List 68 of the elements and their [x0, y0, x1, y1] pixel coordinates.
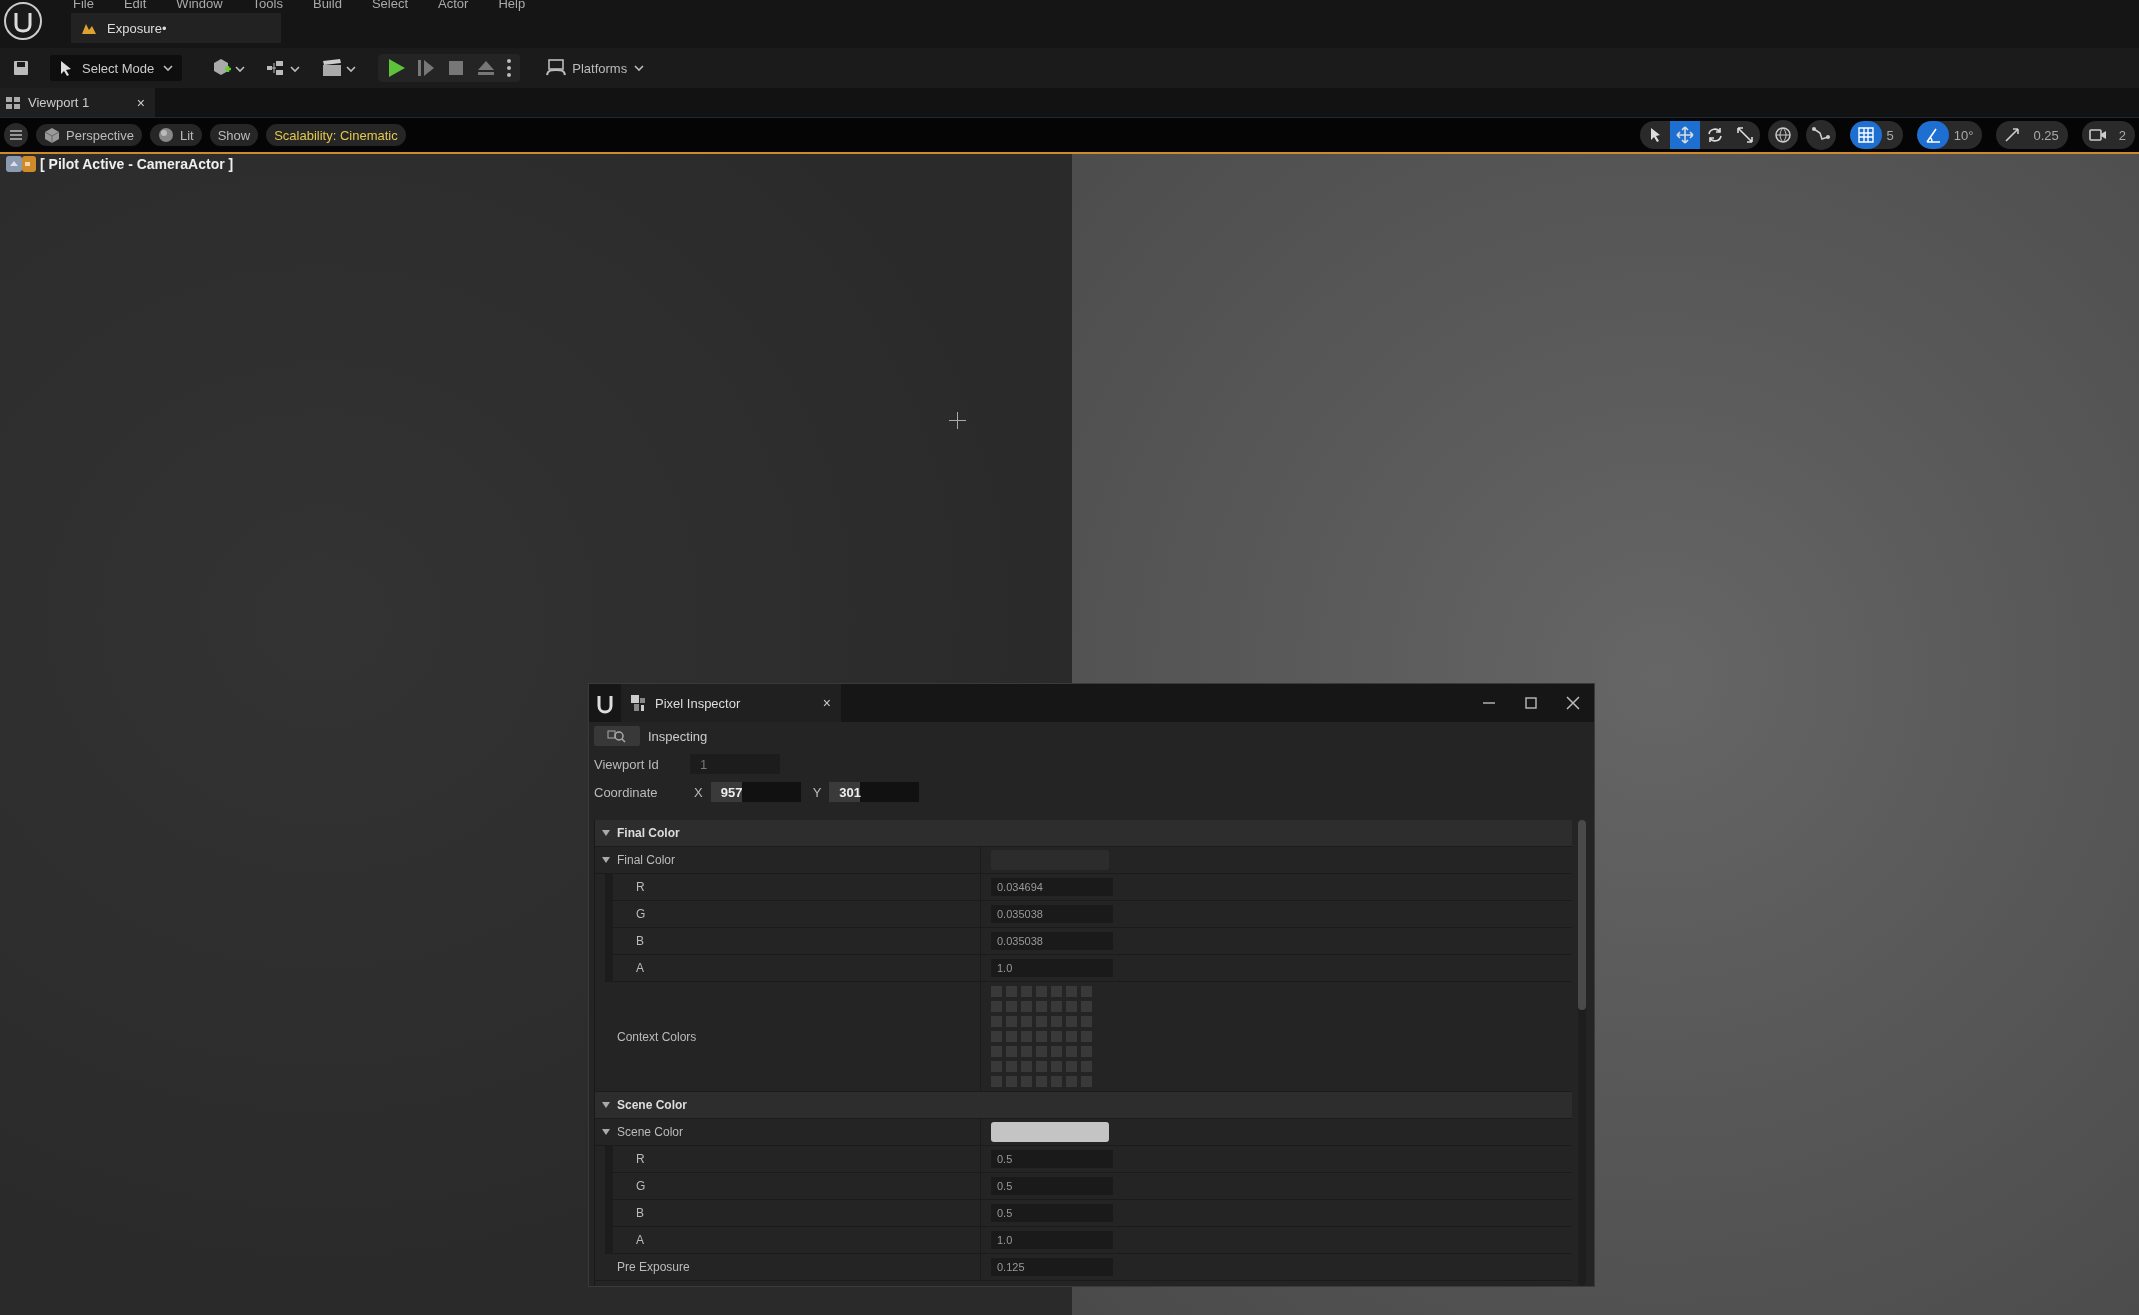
section-header[interactable]: Scene Color	[595, 1092, 1572, 1119]
scrollbar-thumb[interactable]	[1578, 820, 1586, 1010]
gamepad-icon	[546, 59, 567, 77]
axis-label: X	[693, 784, 703, 800]
collapse-arrow-icon[interactable]	[601, 1100, 611, 1110]
inspecting-label: Inspecting	[648, 728, 708, 744]
collapse-arrow-icon[interactable]	[601, 828, 611, 838]
channel-label: A	[636, 1233, 644, 1247]
channel-label: R	[636, 1152, 645, 1166]
property-label: Final Color	[617, 853, 676, 867]
value-field[interactable]: 0.5	[991, 1177, 1113, 1195]
viewport-option-button[interactable]: Perspective	[36, 124, 142, 146]
surface-snap-icon[interactable]	[1805, 120, 1836, 150]
move-arrows-icon[interactable]	[1669, 121, 1700, 149]
channel-label: G	[636, 1179, 646, 1193]
sphere-icon	[157, 127, 174, 143]
menu-icon[interactable]	[4, 123, 28, 147]
channel-label: B	[636, 934, 644, 948]
collapse-arrow-icon[interactable]	[601, 855, 611, 865]
viewport-icon	[6, 96, 20, 109]
close-button[interactable]: ×	[822, 695, 831, 711]
viewport-option-button[interactable]: Lit	[149, 124, 202, 146]
angle-icon[interactable]	[1916, 121, 1949, 149]
channel-label: A	[636, 961, 644, 975]
value-field[interactable]: 0.5	[991, 1150, 1113, 1168]
value-field[interactable]: 0.035038	[991, 905, 1113, 923]
document-tab[interactable]: Exposure•	[71, 13, 281, 43]
channel-label: R	[636, 880, 645, 894]
caret-icon	[633, 63, 646, 73]
collapse-arrow-icon[interactable]	[601, 1127, 611, 1137]
select-mode-button[interactable]: Select Mode	[50, 55, 183, 81]
channel-label: B	[636, 1206, 644, 1220]
viewport-tab[interactable]: Viewport 1 ×	[0, 88, 155, 117]
crosshair-icon	[949, 412, 966, 429]
platforms-button[interactable]: Platforms	[540, 58, 652, 78]
y-coordinate-field[interactable]: 301	[829, 782, 920, 802]
field-label: Coordinate	[594, 784, 659, 800]
value-field[interactable]: 0.125	[991, 1258, 1113, 1276]
value-field[interactable]: 0.5	[991, 1204, 1113, 1222]
grid-icon[interactable]	[1849, 121, 1882, 149]
value-field[interactable]: 0.034694	[991, 878, 1113, 896]
channel-label: G	[636, 907, 646, 921]
color-swatch[interactable]	[991, 1122, 1109, 1142]
cube-icon	[44, 127, 60, 143]
inspect-button[interactable]	[594, 726, 640, 746]
close-button[interactable]: ×	[136, 94, 145, 111]
value-field[interactable]: 1.0	[991, 1231, 1113, 1249]
viewport-option-button[interactable]: Show	[209, 124, 259, 146]
property-label: Pre Exposure	[617, 1260, 690, 1274]
viewport-option-button[interactable]: Scalability: Cinematic	[266, 124, 406, 146]
section-header[interactable]: Final Color	[595, 820, 1572, 847]
play-icon[interactable]	[386, 57, 407, 79]
more-icon[interactable]	[506, 57, 513, 79]
property-label: Context Colors	[617, 1029, 697, 1044]
inspector-icon	[631, 695, 645, 711]
property-label: Scene Color	[617, 1125, 684, 1139]
field-label: Viewport Id	[594, 756, 660, 772]
viewport-id-field[interactable]: 1	[690, 754, 780, 774]
pilot-label: [ Pilot Active - CameraActor ]	[40, 156, 234, 172]
axis-label: Y	[811, 784, 822, 800]
magnifier-icon	[607, 728, 627, 744]
x-coordinate-field[interactable]: 957	[710, 782, 801, 802]
camera-badge-icon	[6, 156, 36, 172]
value-field[interactable]: 1.0	[991, 959, 1113, 977]
caret-icon	[162, 63, 175, 73]
pixel-inspector-tab[interactable]: Pixel Inspector ×	[621, 684, 841, 722]
value-field[interactable]: 0.035038	[991, 932, 1113, 950]
globe-icon[interactable]	[1767, 120, 1798, 150]
